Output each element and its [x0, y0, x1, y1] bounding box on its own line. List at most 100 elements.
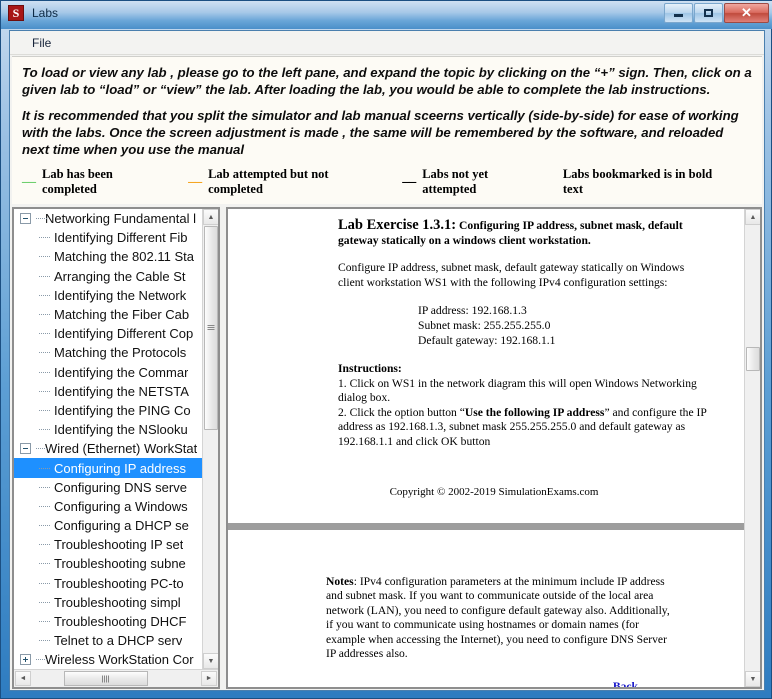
notes-label: Notes: [326, 574, 354, 588]
tree-connector: [38, 459, 52, 478]
lab-tree-pane: Networking Fundamental l Identifying Diff…: [12, 207, 220, 689]
tree-connector: [38, 497, 52, 516]
back-link[interactable]: Back: [278, 680, 638, 688]
split-panes: Networking Fundamental l Identifying Diff…: [12, 207, 762, 689]
tree-connector: [38, 478, 52, 497]
legend-label-bookmarked: Labs bookmarked is in bold text: [562, 167, 713, 196]
minimize-button[interactable]: [664, 3, 693, 23]
title-bar: S Labs ✕: [1, 1, 772, 29]
tree-item-label: Networking Fundamental l: [45, 211, 197, 227]
tree-connector: [38, 612, 52, 631]
tree-item[interactable]: Wireless WorkStation Cor: [14, 650, 202, 669]
tree-item-label: Configuring a Windows: [54, 498, 188, 514]
instruction-paragraph-2: It is recommended that you split the sim…: [22, 108, 739, 157]
tree-scroll-left-button[interactable]: ◄: [15, 671, 31, 686]
tree-vertical-scrollbar[interactable]: ▲ ▼: [202, 209, 218, 669]
config-subnet-mask: Subnet mask: 255.255.255.0: [418, 319, 551, 332]
lab-document: Lab Exercise 1.3.1: Configuring IP addre…: [228, 209, 744, 687]
tree-item-label: Troubleshooting subne: [54, 556, 186, 572]
lab-tree[interactable]: Networking Fundamental l Identifying Diff…: [14, 209, 202, 669]
tree-item-label: Matching the Fiber Cab: [54, 307, 190, 323]
tree-horizontal-scrollbar[interactable]: ◄ ►: [14, 669, 218, 687]
tree-connector: [38, 631, 52, 650]
tree-connector: [38, 420, 52, 439]
menu-item-file[interactable]: File: [24, 33, 59, 53]
minimize-icon: [665, 4, 692, 22]
tree-item-label: Troubleshooting IP set: [54, 537, 184, 553]
tree-item[interactable]: Identifying the PING Co: [14, 401, 202, 420]
exercise-1-number: Lab Exercise 1.3.1:: [338, 217, 457, 233]
tree-item[interactable]: Identifying the Network: [14, 286, 202, 305]
status-legend: –– Lab has been completed –– Lab attempt…: [22, 167, 752, 197]
window-title: Labs: [32, 6, 59, 20]
tree-item[interactable]: Identifying Different Fib: [14, 228, 202, 247]
tree-item-label: Identifying Different Fib: [54, 230, 188, 246]
tree-item[interactable]: Configuring IP address: [14, 458, 202, 478]
tree-item[interactable]: Wired (Ethernet) WorkStat: [14, 439, 202, 458]
collapse-icon[interactable]: [20, 443, 31, 455]
tree-item[interactable]: Troubleshooting IP set: [14, 535, 202, 554]
tree-item-label: Identifying Different Cop: [54, 326, 194, 342]
tree-item-label: Identifying the Network: [54, 287, 187, 303]
tree-item[interactable]: Troubleshooting PC-to: [14, 574, 202, 593]
tree-item[interactable]: Identifying Different Cop: [14, 324, 202, 343]
legend-dash-not-attempted: ––: [402, 173, 416, 190]
document-scroll-down-button[interactable]: ▼: [745, 671, 760, 687]
tree-item[interactable]: Telnet to a DHCP serv: [14, 631, 202, 650]
tree-item[interactable]: Identifying the NSlooku: [14, 420, 202, 439]
client-area: File To load or view any lab , please go…: [9, 30, 765, 691]
tree-connector: [35, 209, 47, 228]
document-scroll-thumb[interactable]: [746, 347, 760, 371]
window-controls: ✕: [664, 3, 769, 23]
tree-connector: [38, 305, 52, 324]
tree-item[interactable]: Configuring a DHCP se: [14, 516, 202, 535]
tree-item[interactable]: Configuring DNS serve: [14, 478, 202, 497]
tree-item[interactable]: Configuring a Windows: [14, 497, 202, 516]
tree-connector: [38, 535, 52, 554]
exercise-1-section: Lab Exercise 1.3.1: Configuring IP addre…: [228, 218, 744, 500]
tree-item[interactable]: Identifying the Commar: [14, 363, 202, 382]
expand-icon[interactable]: [20, 654, 31, 666]
copyright-notice: Copyright © 2002-2019 SimulationExams.co…: [389, 486, 599, 498]
close-button[interactable]: ✕: [724, 3, 769, 23]
instruction-banner: To load or view any lab , please go to t…: [12, 56, 762, 204]
tree-item-label: Identifying the PING Co: [54, 402, 191, 418]
legend-entry-attempted: –– Lab attempted but not completed: [188, 167, 380, 197]
exercise-1-heading: Lab Exercise 1.3.1: Configuring IP addre…: [338, 218, 710, 248]
tree-scroll-down-button[interactable]: ▼: [203, 653, 218, 669]
tree-item-label: Configuring a DHCP se: [54, 518, 189, 534]
tree-connector: [38, 593, 52, 612]
instructions-label: Instructions:: [338, 362, 402, 375]
instruction-step-2: 2. Click the option button “Use the foll…: [338, 405, 707, 448]
legend-entry-bookmarked: Labs bookmarked is in bold text: [563, 167, 730, 197]
tree-item[interactable]: Networking Fundamental l: [14, 209, 202, 228]
document-scroll-up-button[interactable]: ▲: [745, 209, 760, 225]
tree-item[interactable]: Identifying the NETSTA: [14, 382, 202, 401]
tree-item[interactable]: Matching the 802.11 Sta: [14, 247, 202, 266]
tree-scroll-up-button[interactable]: ▲: [203, 209, 218, 225]
legend-dash-completed: ––: [22, 173, 36, 190]
tree-hscroll-thumb[interactable]: [64, 671, 148, 686]
collapse-icon[interactable]: [20, 213, 31, 225]
tree-connector: [38, 382, 52, 401]
tree-scroll-right-button[interactable]: ►: [201, 671, 217, 686]
step-2-emphasis: Use the following IP address: [464, 405, 605, 419]
menu-bar: File: [10, 31, 764, 55]
tree-connector: [38, 286, 52, 305]
tree-item-label: Configuring IP address: [54, 460, 187, 476]
maximize-button[interactable]: [694, 3, 723, 23]
notes-block: Notes: IPv4 configuration parameters at …: [326, 575, 710, 662]
tree-item[interactable]: Troubleshooting simpl: [14, 593, 202, 612]
tree-connector: [38, 363, 52, 382]
tree-connector: [38, 267, 52, 286]
tree-item[interactable]: Troubleshooting DHCF: [14, 612, 202, 631]
tree-item[interactable]: Matching the Protocols: [14, 343, 202, 362]
legend-entry-completed: –– Lab has been completed: [22, 167, 166, 197]
tree-item[interactable]: Matching the Fiber Cab: [14, 305, 202, 324]
tree-item[interactable]: Troubleshooting subne: [14, 554, 202, 573]
tree-scroll-thumb[interactable]: [204, 226, 218, 430]
document-vertical-scrollbar[interactable]: ▲ ▼: [744, 209, 760, 687]
exercise-1-instructions: Instructions: 1. Click on WS1 in the net…: [338, 362, 710, 449]
tree-item-label: Troubleshooting PC-to: [54, 575, 184, 591]
tree-item[interactable]: Arranging the Cable St: [14, 267, 202, 286]
